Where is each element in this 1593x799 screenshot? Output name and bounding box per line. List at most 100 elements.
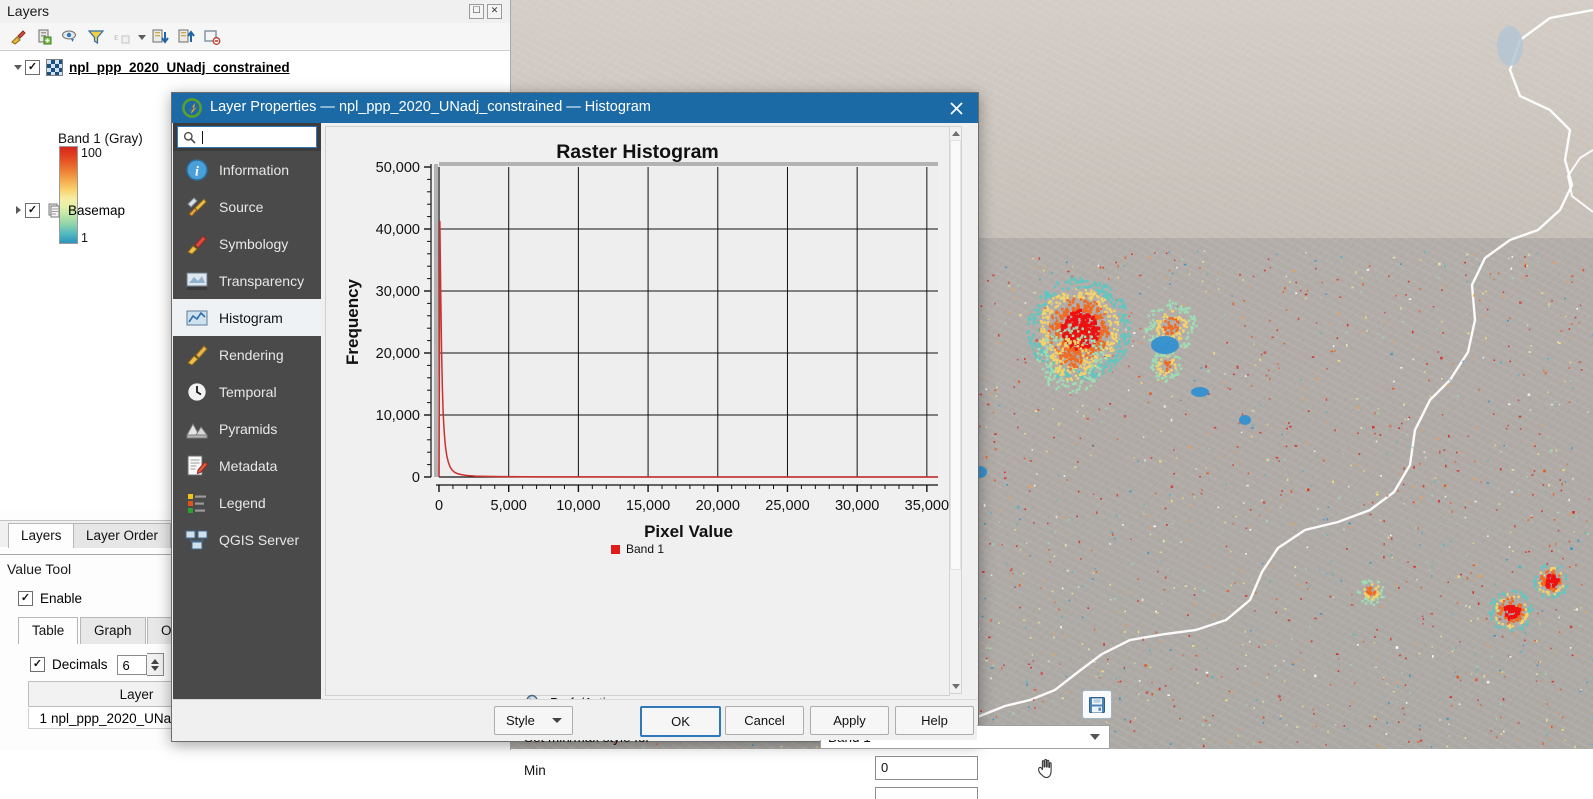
layers-toolbar: ε — [0, 23, 510, 51]
decimals-label: Decimals — [52, 657, 108, 672]
decimals-row[interactable]: ✓ Decimals 6 — [30, 653, 164, 676]
add-group-icon[interactable] — [34, 27, 54, 47]
svg-text:30,000: 30,000 — [835, 498, 879, 514]
float-panel-icon[interactable]: ☐ — [469, 4, 484, 19]
information-icon: i — [185, 158, 209, 182]
dialog-button-bar: Style OK Cancel Apply Help — [173, 699, 977, 740]
expand-collapse-raster-icon[interactable] — [11, 57, 25, 77]
chevron-down-icon[interactable] — [1090, 734, 1100, 740]
nav-label: Transparency — [219, 273, 304, 289]
raster-layer-icon — [46, 59, 63, 76]
style-button[interactable]: Style — [494, 706, 573, 735]
nav-label: Source — [219, 199, 263, 215]
nav-item-pyramids[interactable]: Pyramids — [173, 410, 321, 447]
svg-text:50,000: 50,000 — [376, 160, 420, 176]
filter-legend-by-expression-icon[interactable]: ε — [112, 27, 132, 47]
nav-item-rendering[interactable]: Rendering — [173, 336, 321, 373]
nav-item-information[interactable]: i Information — [173, 151, 321, 188]
hand-cursor-icon — [1034, 755, 1058, 781]
cancel-button[interactable]: Cancel — [725, 706, 804, 735]
nav-item-source[interactable]: Source — [173, 188, 321, 225]
temporal-clock-icon — [185, 380, 209, 404]
color-ramp-min-label: 1 — [81, 231, 88, 245]
nav-label: Temporal — [219, 384, 277, 400]
nav-item-metadata[interactable]: Metadata — [173, 447, 321, 484]
decimals-stepper[interactable] — [147, 653, 164, 676]
min-input[interactable]: 0 — [875, 756, 978, 780]
nav-item-symbology[interactable]: Symbology — [173, 225, 321, 262]
tab-table[interactable]: Table — [18, 617, 78, 644]
layer-visibility-checkbox-basemap[interactable]: ✓ — [25, 203, 40, 218]
search-input[interactable] — [177, 126, 317, 148]
layers-panel-titlebar: Layers ☐ ✕ — [0, 0, 510, 23]
svg-text:ε: ε — [114, 31, 119, 43]
tab-layer-order[interactable]: Layer Order — [73, 523, 171, 548]
nav-item-transparency[interactable]: Transparency — [173, 262, 321, 299]
filter-legend-icon[interactable] — [86, 27, 106, 47]
nav-item-legend[interactable]: Legend — [173, 484, 321, 521]
svg-text:0: 0 — [412, 470, 420, 486]
close-panel-icon[interactable]: ✕ — [487, 4, 502, 19]
close-icon[interactable] — [944, 97, 968, 119]
expand-collapse-basemap-icon[interactable] — [11, 200, 25, 220]
chevron-down-icon[interactable] — [552, 718, 562, 723]
layer-name-basemap[interactable]: Basemap — [68, 203, 125, 218]
max-input-partial[interactable] — [875, 787, 978, 799]
svg-text:10,000: 10,000 — [556, 498, 600, 514]
stepper-down-icon[interactable] — [151, 666, 159, 671]
color-ramp-legend — [59, 146, 78, 244]
layer-row-basemap[interactable]: ✓ Basemap — [11, 200, 125, 220]
enable-checkbox[interactable]: ✓ — [18, 591, 33, 606]
decimals-checkbox[interactable]: ✓ — [30, 657, 45, 672]
nav-label: QGIS Server — [219, 532, 299, 548]
save-histogram-button[interactable] — [1082, 690, 1112, 719]
nav-label: Metadata — [219, 458, 277, 474]
svg-text:35,000: 35,000 — [905, 498, 949, 514]
histogram-icon — [185, 306, 209, 330]
nav-item-histogram[interactable]: Histogram — [173, 299, 321, 336]
min-label: Min — [524, 763, 546, 778]
chevron-down-icon[interactable] — [132, 27, 152, 47]
layer-row-raster[interactable]: ✓ npl_ppp_2020_UNadj_constrained — [11, 57, 290, 77]
tab-graph[interactable]: Graph — [80, 617, 146, 644]
remove-layer-icon[interactable] — [202, 27, 222, 47]
search-icon — [183, 131, 196, 144]
decimals-input[interactable]: 6 — [117, 655, 147, 675]
scrollbar-thumb[interactable] — [950, 140, 961, 570]
expand-all-icon[interactable] — [150, 27, 170, 47]
raster-histogram-chart[interactable]: 010,00020,00030,00040,00050,00005,00010,… — [326, 127, 949, 695]
value-tool-enable-row[interactable]: ✓ Enable — [18, 591, 82, 606]
manage-map-themes-icon[interactable] — [60, 27, 80, 47]
nav-label: Pyramids — [219, 421, 277, 437]
nav-item-temporal[interactable]: Temporal — [173, 373, 321, 410]
layer-visibility-checkbox-raster[interactable]: ✓ — [25, 60, 40, 75]
layer-properties-dialog: Layer Properties — npl_ppp_2020_UNadj_co… — [171, 92, 979, 742]
histogram-panel: Raster Histogram 010,00020,00030,00040,0… — [325, 126, 950, 696]
chart-legend: Band 1 — [326, 542, 949, 556]
nav-item-qgis-server[interactable]: QGIS Server — [173, 521, 321, 558]
save-floppy-icon — [1088, 696, 1106, 714]
ok-button[interactable]: OK — [640, 706, 721, 737]
legend-swatch-band1 — [611, 545, 620, 554]
pyramids-icon — [185, 417, 209, 441]
stepper-up-icon[interactable] — [151, 659, 159, 664]
collapse-all-icon[interactable] — [176, 27, 196, 47]
dialog-title: Layer Properties — npl_ppp_2020_UNadj_co… — [210, 99, 651, 115]
dialog-titlebar[interactable]: Layer Properties — npl_ppp_2020_UNadj_co… — [172, 93, 978, 123]
enable-label: Enable — [40, 591, 82, 606]
svg-text:20,000: 20,000 — [696, 498, 740, 514]
svg-text:15,000: 15,000 — [626, 498, 670, 514]
scroll-up-icon[interactable] — [950, 127, 961, 140]
apply-button[interactable]: Apply — [810, 706, 889, 735]
tab-layers[interactable]: Layers — [8, 523, 75, 548]
row-index: 1 — [29, 711, 51, 726]
open-layer-styling-panel-icon[interactable] — [8, 27, 28, 47]
rendering-icon — [185, 343, 209, 367]
scroll-down-icon[interactable] — [950, 680, 961, 693]
dialog-scrollbar[interactable] — [949, 126, 962, 694]
nav-label: Information — [219, 162, 289, 178]
svg-text:20,000: 20,000 — [376, 346, 420, 362]
layer-name-raster[interactable]: npl_ppp_2020_UNadj_constrained — [69, 60, 290, 75]
dialog-nav-list[interactable]: i Information Source Symbology — [173, 151, 321, 740]
help-button[interactable]: Help — [895, 706, 974, 735]
